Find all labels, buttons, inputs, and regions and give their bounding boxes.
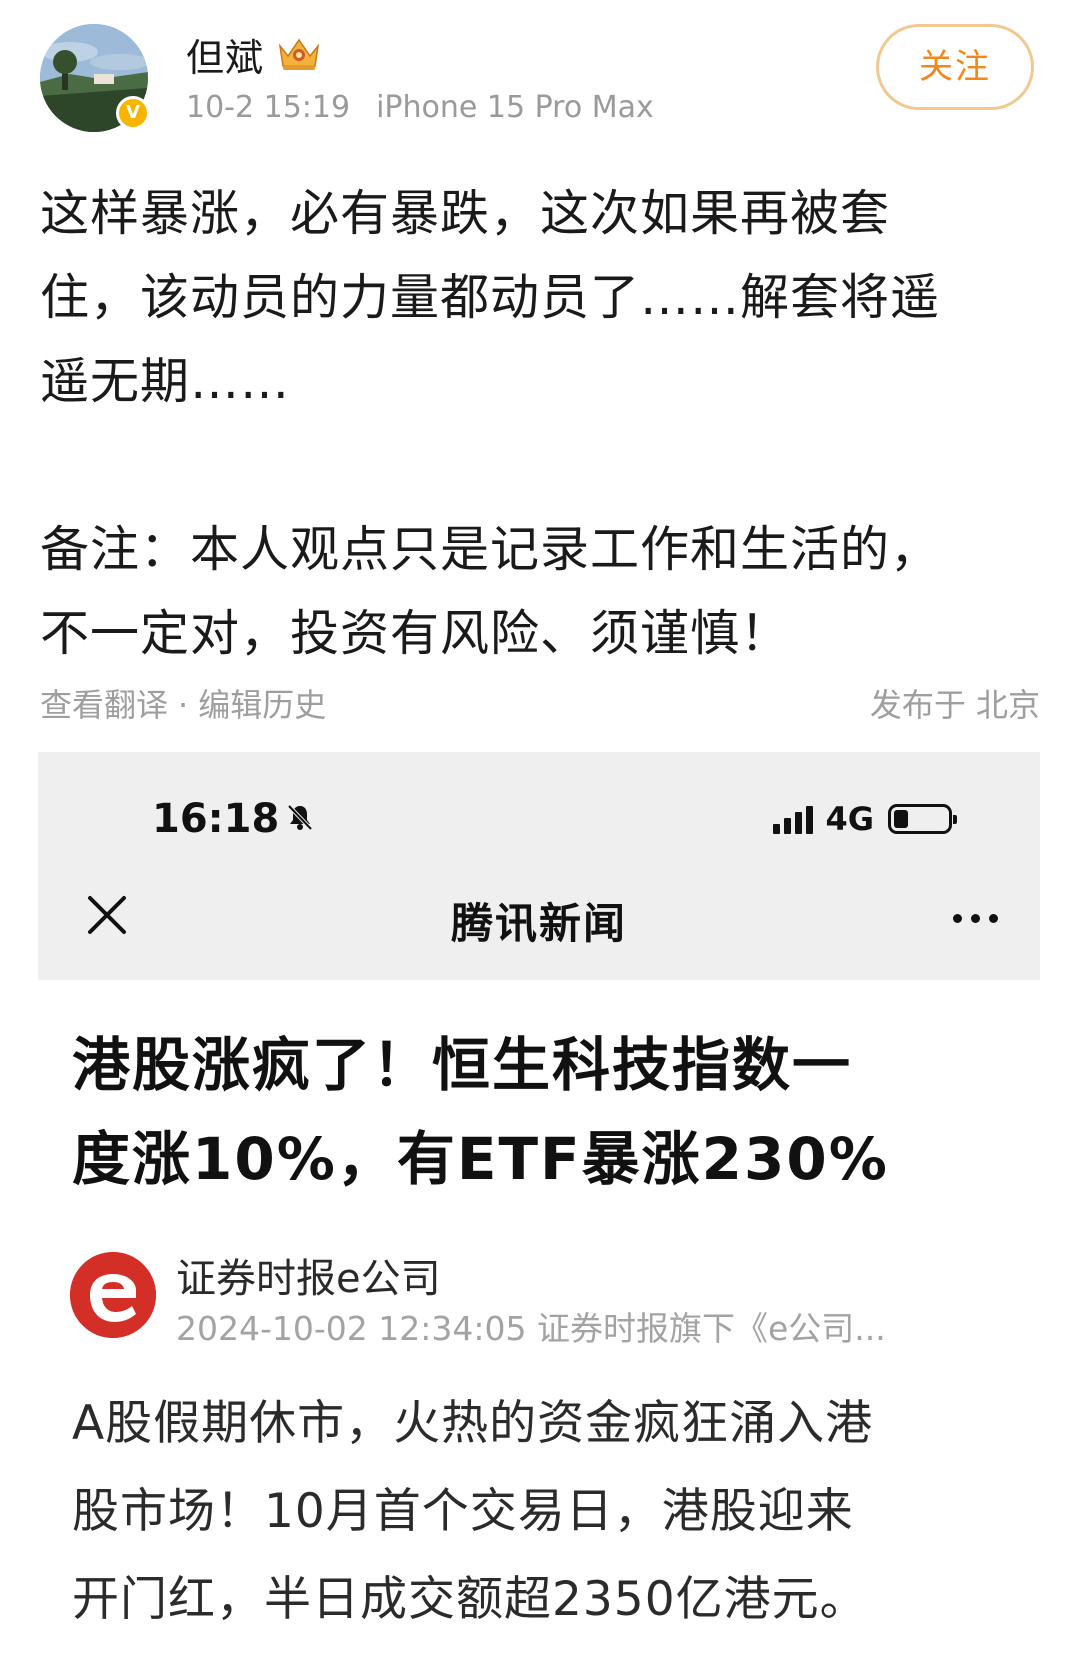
post-header: V 但斌 10-2 15:19 iPhone 15 Pro Max 关注 [0, 0, 1080, 150]
battery-icon [888, 804, 957, 834]
username-row: 但斌 [186, 30, 322, 80]
footer-separator: · [178, 686, 189, 724]
avatar[interactable]: V [40, 24, 150, 132]
article-body-line: 股市场！10月首个交易日，港股迎来 [72, 1484, 854, 1539]
username[interactable]: 但斌 [186, 27, 264, 82]
post-body-line: 住，该动员的力量都动员了……解套将遥 [40, 269, 941, 326]
nav-title: 腾讯新闻 [450, 899, 627, 948]
embedded-screenshot[interactable]: 16:18 4G 腾讯新闻 港股涨疯了！恒生科技指数一 度涨10%，有ETF暴涨… [38, 752, 1040, 1679]
translate-link[interactable]: 查看翻译 [40, 686, 168, 724]
post-device: iPhone 15 Pro Max [376, 90, 654, 125]
source-logo-icon [70, 1252, 156, 1338]
status-bar-time: 16:18 [152, 796, 315, 842]
article-title: 港股涨疯了！恒生科技指数一 度涨10%，有ETF暴涨230% [72, 1018, 1022, 1206]
status-time-text: 16:18 [152, 796, 280, 842]
status-bar-right: 4G [773, 800, 957, 838]
more-icon[interactable] [944, 914, 998, 923]
signal-icon [773, 804, 817, 834]
vip-crown-icon [276, 36, 322, 72]
source-name[interactable]: 证券时报e公司 [176, 1246, 441, 1304]
post-body-line: 这样暴涨，必有暴跌，这次如果再被套 [40, 185, 891, 242]
post-timestamp: 10-2 15:19 [186, 90, 351, 125]
source-meta: 2024-10-02 12:34:05 证券时报旗下《e公司... [176, 1309, 886, 1348]
post-note-line: 不一定对，投资有风险、须谨慎！ [40, 605, 791, 662]
network-label: 4G [825, 800, 874, 838]
article-source[interactable]: 证券时报e公司 2024-10-02 12:34:05 证券时报旗下《e公司..… [70, 1242, 1030, 1348]
post-body-line: 遥无期…… [40, 353, 291, 410]
follow-button[interactable]: 关注 [876, 24, 1034, 110]
embedded-top-bar: 16:18 4G 腾讯新闻 [38, 752, 1040, 980]
bell-slash-icon [285, 796, 315, 842]
post-body: 这样暴涨，必有暴跌，这次如果再被套 住，该动员的力量都动员了……解套将遥 遥无期… [40, 172, 1040, 676]
article-title-line: 度涨10%，有ETF暴涨230% [72, 1125, 889, 1193]
post-location: 发布于 北京 [869, 686, 1040, 724]
verified-badge-icon: V [116, 96, 150, 130]
article-body-line: A股假期休市，火热的资金疯狂涌入港 [72, 1396, 874, 1451]
post-meta: 10-2 15:19 iPhone 15 Pro Max [186, 90, 654, 125]
article-body: A股假期休市，火热的资金疯狂涌入港 股市场！10月首个交易日，港股迎来 开门红，… [72, 1380, 1022, 1644]
post-note-line: 备注：本人观点只是记录工作和生活的， [40, 521, 941, 578]
post-footer-links: 查看翻译 · 编辑历史 [40, 680, 326, 726]
post-footer: 查看翻译 · 编辑历史 发布于 北京 [40, 680, 1040, 724]
article-body-line: 开门红，半日成交额超2350亿港元。 [72, 1572, 868, 1627]
article-title-line: 港股涨疯了！恒生科技指数一 [72, 1031, 853, 1099]
edit-history-link[interactable]: 编辑历史 [198, 686, 326, 724]
